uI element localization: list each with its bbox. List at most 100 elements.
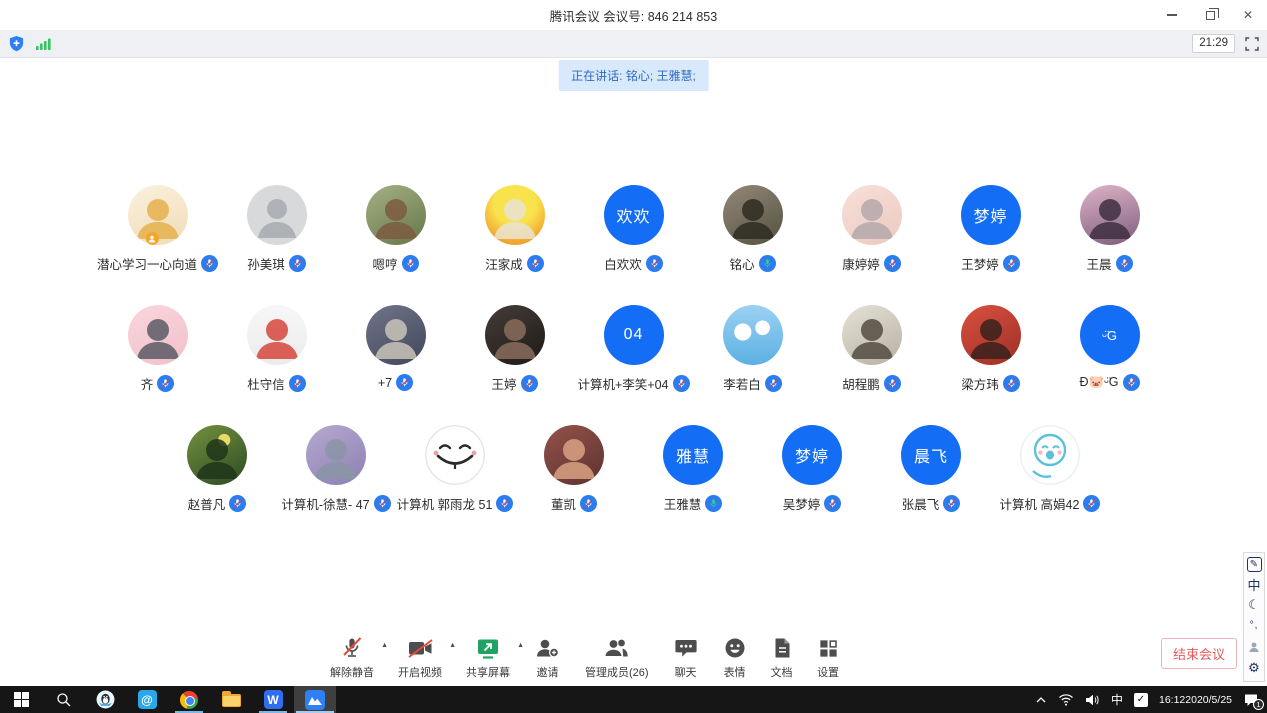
taskbar-chrome-icon[interactable] [168, 686, 210, 713]
participant-tile[interactable]: 孙美琪 [217, 185, 336, 273]
mic-muted-icon[interactable] [1123, 374, 1140, 391]
participant-row: 赵普凡计算机-徐慧- 47计算机 郭雨龙 51董凯雅慧王雅慧梦婷吴梦婷晨飞张晨飞… [0, 425, 1267, 513]
ime-lang-icon[interactable]: 中 [1245, 575, 1263, 593]
mic-muted-icon[interactable] [496, 495, 513, 512]
toolbar-docs[interactable]: 文档 [771, 634, 793, 680]
participant-tile[interactable]: 王婷 [455, 305, 574, 393]
participant-tile[interactable]: 齐 [98, 305, 217, 393]
mic-muted-icon[interactable] [1003, 255, 1020, 272]
mic-speaking-icon[interactable] [705, 495, 722, 512]
taskbar-clock[interactable]: 16:12 2020/5/25 [1159, 694, 1232, 706]
participant-tile[interactable]: 计算机 郭雨龙 51 [396, 425, 515, 513]
mic-muted-icon[interactable] [580, 495, 597, 512]
mic-muted-icon[interactable] [289, 375, 306, 392]
chevron-up-icon[interactable]: ▲ [449, 642, 456, 649]
ime-punct-icon[interactable]: °, [1245, 617, 1263, 635]
tray-chevron-icon[interactable] [1035, 696, 1047, 704]
taskbar-search-icon[interactable] [42, 686, 84, 713]
participant-tile[interactable]: 计算机 高娟42 [991, 425, 1110, 513]
mic-speaking-icon[interactable] [759, 255, 776, 272]
participant-tile[interactable]: 雅慧王雅慧 [634, 425, 753, 513]
participant-tile[interactable]: 嗯哼 [336, 185, 455, 273]
participant-tile[interactable]: ᵕ̈GĐ🐷ᵕ̈G [1050, 305, 1169, 393]
security-shield-icon[interactable] [8, 35, 25, 52]
participant-tile[interactable]: 晨飞张晨飞 [872, 425, 991, 513]
participant-tile[interactable]: 王晨 [1050, 185, 1169, 273]
restore-button[interactable] [1191, 0, 1229, 30]
ime-halfmoon-icon[interactable]: ☾ [1245, 596, 1263, 614]
ime-pad-icon[interactable]: ✎ [1247, 557, 1262, 572]
taskbar-explorer-icon[interactable] [210, 686, 252, 713]
mic-muted-icon[interactable] [229, 495, 246, 512]
wifi-icon[interactable] [1058, 693, 1074, 706]
participant-tile[interactable]: 康婷婷 [812, 185, 931, 273]
mic-muted-icon[interactable] [396, 374, 413, 391]
participant-tile[interactable]: 李若白 [693, 305, 812, 393]
participant-tile[interactable]: 计算机-徐慧- 47 [277, 425, 396, 513]
mic-muted-icon[interactable] [157, 375, 174, 392]
participant-tile[interactable]: 梦婷吴梦婷 [753, 425, 872, 513]
participant-tile[interactable]: 赵普凡 [158, 425, 277, 513]
participant-tile[interactable]: 欢欢白欢欢 [574, 185, 693, 273]
mic-muted-icon[interactable] [646, 255, 663, 272]
mic-muted-icon[interactable] [201, 255, 218, 272]
toolbar-unmute[interactable]: 解除静音▲ [330, 634, 374, 680]
participant-avatar [723, 305, 783, 365]
ime-language-indicator[interactable]: 中 [1111, 691, 1123, 708]
toolbar-settings[interactable]: 设置 [817, 634, 840, 680]
toolbar-members[interactable]: 管理成员(26) [585, 634, 649, 680]
volume-icon[interactable] [1085, 694, 1100, 706]
taskbar-penguin-icon[interactable] [84, 686, 126, 713]
mic-muted-icon[interactable] [884, 375, 901, 392]
mic-muted-icon[interactable] [1116, 255, 1133, 272]
participant-name: 潜心学习一心向道 [97, 254, 197, 273]
mic-muted-icon[interactable] [402, 255, 419, 272]
mic-muted-icon[interactable] [1003, 375, 1020, 392]
tray-date: 2020/5/25 [1185, 694, 1232, 706]
taskbar-meeting-icon[interactable] [294, 686, 336, 713]
mic-muted-icon[interactable] [1083, 495, 1100, 512]
ime-gear-icon[interactable]: ⚙ [1245, 659, 1263, 677]
mic-muted-icon[interactable] [824, 495, 841, 512]
participant-tile[interactable]: +7 [336, 305, 455, 393]
close-button[interactable]: ✕ [1229, 0, 1267, 30]
fullscreen-icon[interactable] [1245, 37, 1259, 51]
mic-muted-icon[interactable] [527, 255, 544, 272]
end-meeting-button[interactable]: 结束会议 [1161, 638, 1237, 669]
ime-mode-icon[interactable]: ✓ [1134, 693, 1148, 707]
chevron-up-icon[interactable]: ▲ [517, 642, 524, 649]
toolbar-share-screen[interactable]: 共享屏幕▲ [466, 634, 510, 680]
participant-tile[interactable]: 汪家成 [455, 185, 574, 273]
minimize-button[interactable] [1153, 0, 1191, 30]
participant-tile[interactable]: 04计算机+李笑+04 [574, 305, 693, 393]
taskbar-caj-icon[interactable]: @ [126, 686, 168, 713]
toolbar-start-video[interactable]: 开启视频▲ [398, 634, 442, 680]
toolbar-emoji[interactable]: 表情 [723, 634, 747, 680]
mic-muted-icon[interactable] [765, 375, 782, 392]
participant-tile[interactable]: 铭心 [693, 185, 812, 273]
participant-avatar: 雅慧 [663, 425, 723, 485]
participant-tile[interactable]: 潜心学习一心向道 [98, 185, 217, 273]
mic-muted-icon[interactable] [943, 495, 960, 512]
taskbar-wps-icon[interactable]: W [252, 686, 294, 713]
participant-tile[interactable]: 胡程鹏 [812, 305, 931, 393]
participant-tile[interactable]: 梁方玮 [931, 305, 1050, 393]
participant-tile[interactable]: 杜守信 [217, 305, 336, 393]
ime-user-icon[interactable] [1245, 638, 1263, 656]
mic-muted-icon[interactable] [374, 495, 391, 512]
participant-tile[interactable]: 董凯 [515, 425, 634, 513]
mic-muted-icon[interactable] [289, 255, 306, 272]
action-center-icon[interactable]: 1 [1243, 693, 1259, 707]
network-signal-icon[interactable] [35, 37, 51, 51]
toolbar-invite[interactable]: 邀请 [534, 634, 561, 680]
toolbar-chat[interactable]: 聊天 [673, 634, 699, 680]
participant-tile[interactable]: 梦婷王梦婷 [931, 185, 1050, 273]
mic-muted-icon[interactable] [673, 375, 690, 392]
taskbar-start-button[interactable] [0, 686, 42, 713]
participant-name-line: 王雅慧 [664, 494, 723, 513]
participant-name: 梁方玮 [961, 374, 999, 393]
mic-muted-icon[interactable] [884, 255, 901, 272]
mic-muted-icon[interactable] [521, 375, 538, 392]
participant-avatar [1020, 425, 1080, 485]
chevron-up-icon[interactable]: ▲ [381, 642, 388, 649]
